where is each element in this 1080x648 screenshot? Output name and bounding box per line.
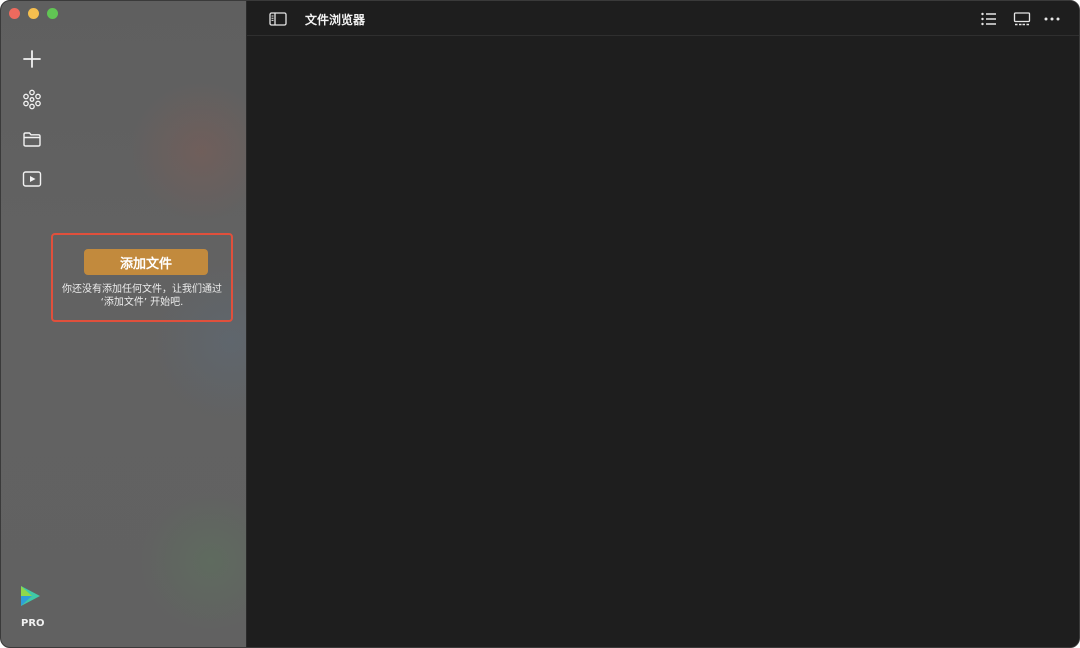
zoom-window-button[interactable]	[47, 8, 58, 19]
window-controls	[9, 8, 58, 19]
network-button[interactable]	[20, 87, 44, 111]
gallery-view-button[interactable]	[1011, 9, 1033, 29]
play-icon	[22, 171, 42, 187]
media-button[interactable]	[20, 167, 44, 191]
app-window: 添加文件 你还没有添加任何文件，让我们通过 ‘添加文件’ 开始吧. PRO 文件…	[0, 0, 1080, 648]
add-button[interactable]	[20, 47, 44, 71]
sidebar: 添加文件 你还没有添加任何文件，让我们通过 ‘添加文件’ 开始吧. PRO	[1, 1, 247, 647]
list-view-icon	[981, 12, 996, 26]
empty-state-card: 添加文件 你还没有添加任何文件，让我们通过 ‘添加文件’ 开始吧.	[51, 233, 233, 322]
toggle-sidebar-button[interactable]	[268, 10, 288, 28]
sidebar-toggle-icon	[269, 12, 287, 26]
file-list-area	[247, 36, 1079, 647]
file-browser-panel: 文件浏览器	[247, 1, 1079, 647]
more-icon	[1044, 17, 1060, 21]
empty-state-message: 你还没有添加任何文件，让我们通过 ‘添加文件’ 开始吧.	[57, 283, 227, 309]
folder-button[interactable]	[20, 127, 44, 151]
network-icon	[23, 89, 41, 110]
folder-icon	[23, 132, 41, 147]
page-title: 文件浏览器	[305, 13, 366, 27]
empty-message-line2: ‘添加文件’ 开始吧.	[100, 297, 184, 308]
more-options-button[interactable]	[1041, 9, 1063, 29]
empty-message-line1: 你还没有添加任何文件，让我们通过	[62, 284, 222, 295]
pro-badge: PRO	[21, 618, 45, 629]
toolbar: 文件浏览器	[247, 1, 1079, 36]
add-files-button[interactable]: 添加文件	[84, 249, 208, 275]
close-window-button[interactable]	[9, 8, 20, 19]
plus-icon	[23, 50, 41, 68]
sidebar-rail	[20, 47, 44, 207]
app-logo	[18, 584, 44, 608]
gallery-view-icon	[1013, 12, 1031, 26]
list-view-button[interactable]	[978, 9, 1000, 29]
app-logo-icon	[21, 586, 40, 606]
minimize-window-button[interactable]	[28, 8, 39, 19]
